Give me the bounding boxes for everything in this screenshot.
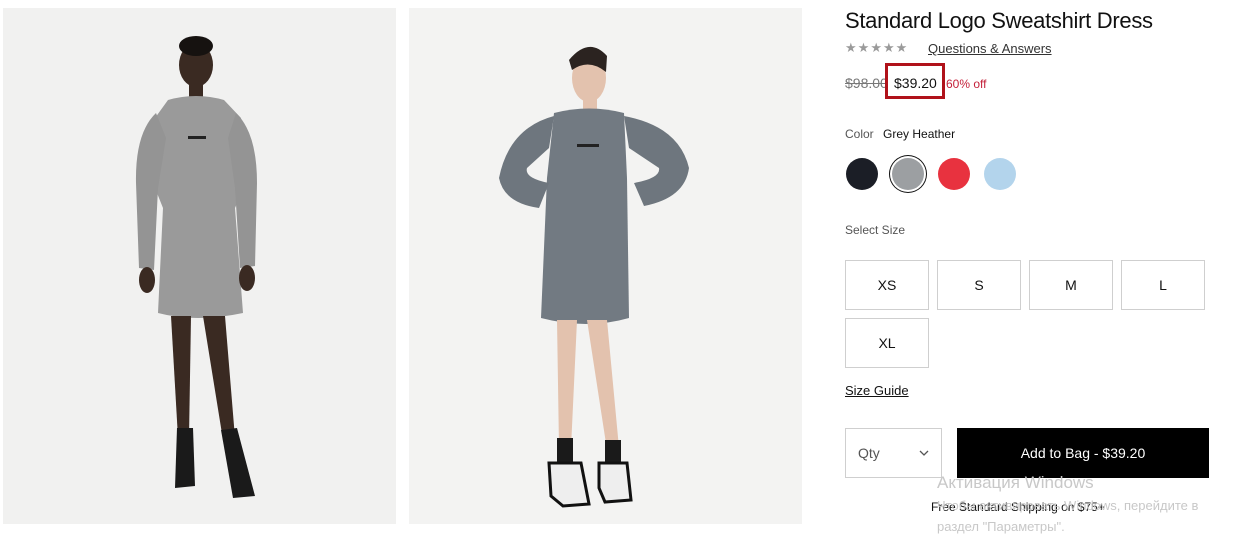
product-image-front[interactable]: [3, 8, 396, 524]
product-title: Standard Logo Sweatshirt Dress: [845, 8, 1153, 33]
red-swatch[interactable]: [938, 158, 970, 190]
size-s-button[interactable]: S: [937, 260, 1021, 310]
chevron-down-icon: [919, 450, 929, 456]
price-row: $98.00 $39.20 60% off: [845, 63, 1145, 100]
grey-heather-swatch[interactable]: [892, 158, 924, 190]
add-to-bag-button[interactable]: Add to Bag - $39.20: [957, 428, 1209, 478]
quantity-select[interactable]: Qty: [845, 428, 942, 478]
color-selector-label: Color Grey Heather: [845, 127, 955, 141]
size-m-button[interactable]: M: [1029, 260, 1113, 310]
size-xs-button[interactable]: XS: [845, 260, 929, 310]
star-icon: ★: [845, 40, 857, 55]
size-guide-link[interactable]: Size Guide: [845, 383, 909, 398]
watermark-line-2: раздел "Параметры".: [937, 519, 1065, 534]
questions-answers-link[interactable]: Questions & Answers: [928, 41, 1052, 56]
size-options: XS S M L XL: [845, 260, 1207, 368]
star-icon: ★: [895, 40, 908, 55]
model-pose-illustration: [409, 8, 802, 524]
color-swatches: [846, 158, 1016, 190]
star-icon: ★: [857, 40, 870, 55]
star-icon: ★: [882, 40, 895, 55]
selected-color: Grey Heather: [883, 127, 956, 141]
product-image-pose[interactable]: [409, 8, 802, 524]
original-price: $98.00: [845, 75, 888, 91]
light-blue-swatch[interactable]: [984, 158, 1016, 190]
color-label: Color: [845, 127, 874, 141]
size-l-button[interactable]: L: [1121, 260, 1205, 310]
rating-stars[interactable]: ★ ★ ★ ★ ★: [845, 41, 907, 55]
quantity-placeholder: Qty: [858, 445, 880, 461]
discount-label: 60% off: [946, 77, 987, 91]
black-swatch[interactable]: [846, 158, 878, 190]
model-front-illustration: [3, 8, 396, 524]
shipping-message: Free Standard Shipping on $75+: [931, 500, 1105, 514]
price-highlight-box: [885, 63, 945, 99]
star-icon: ★: [870, 40, 882, 55]
select-size-label: Select Size: [845, 223, 906, 237]
size-xl-button[interactable]: XL: [845, 318, 929, 368]
